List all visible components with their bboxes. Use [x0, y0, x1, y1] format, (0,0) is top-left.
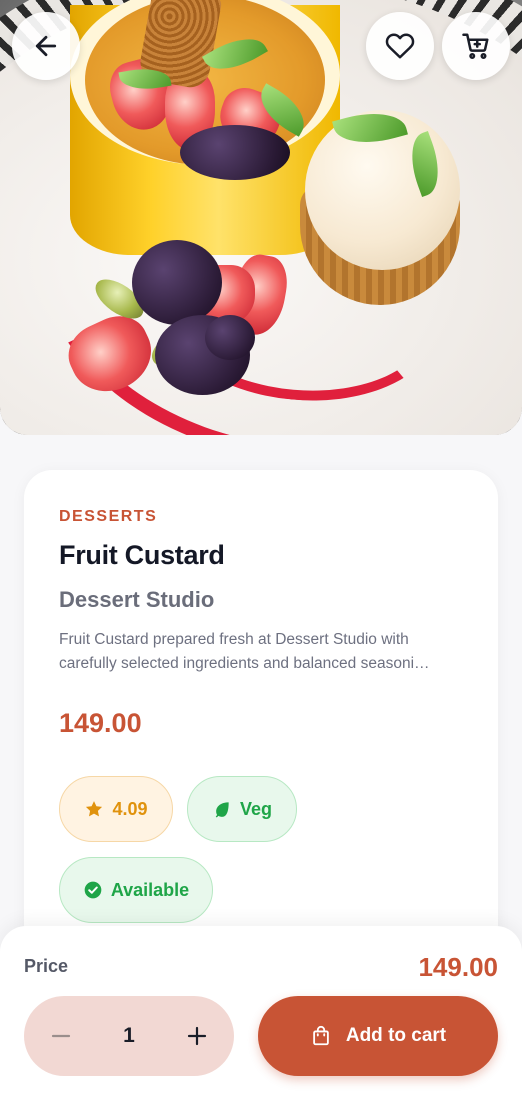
quantity-value: 1: [123, 1024, 135, 1047]
product-image: [0, 0, 522, 435]
heart-outline-icon: [385, 33, 415, 59]
quantity-stepper: 1: [24, 996, 234, 1076]
leaf-icon: [215, 802, 229, 818]
back-button[interactable]: [12, 12, 80, 80]
product-title: Fruit Custard: [59, 540, 225, 570]
plus-icon: [187, 1026, 207, 1046]
rating-badge: 4.09: [59, 776, 173, 842]
total-price: 149.00: [418, 952, 498, 982]
veg-badge: Veg: [187, 776, 297, 842]
veg-label: Veg: [239, 798, 273, 819]
price-label: Price: [24, 956, 69, 976]
product-description: Fruit Custard prepared fresh at Dessert …: [59, 631, 430, 672]
product-details-card: DESSERTS Fruit Custard Dessert Studio Fr…: [24, 470, 498, 990]
product-price: 149.00: [59, 708, 142, 738]
availability-badge: Available: [59, 857, 213, 923]
shopping-cart-icon: [462, 33, 489, 60]
minus-icon: [51, 1034, 71, 1038]
decrease-quantity-button[interactable]: [46, 1021, 76, 1051]
restaurant-name[interactable]: Dessert Studio: [59, 587, 214, 613]
increase-quantity-button[interactable]: [182, 1021, 212, 1051]
add-to-cart-label: Add to cart: [345, 1025, 447, 1046]
availability-label: Available: [110, 879, 190, 900]
cart-button[interactable]: [442, 12, 510, 80]
arrow-left-icon: [35, 35, 57, 57]
checkout-bar: Price 149.00 1 Add to cart: [0, 926, 522, 1100]
product-category: DESSERTS: [59, 508, 158, 525]
rating-value: 4.09: [112, 798, 148, 819]
star-icon: [86, 801, 103, 817]
add-to-cart-button[interactable]: Add to cart: [258, 996, 498, 1076]
favorite-button[interactable]: [366, 12, 434, 80]
check-circle-icon: [84, 881, 102, 899]
shopping-bag-icon: [313, 1025, 329, 1046]
